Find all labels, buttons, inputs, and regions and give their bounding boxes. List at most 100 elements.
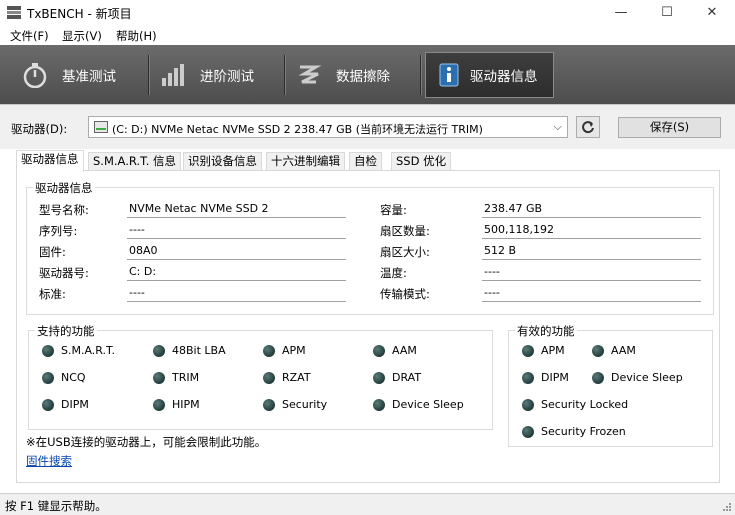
refresh-icon: [582, 121, 594, 134]
status-bar: 按 F1 键显示帮助。: [0, 493, 735, 515]
feature-item: DIPM: [42, 398, 89, 411]
tab-ssd-optimize[interactable]: SSD 优化: [391, 152, 452, 171]
status-dot-icon: [522, 425, 534, 438]
temperature-value: ----: [482, 264, 701, 281]
menu-bar: 文件(F) 显示(V) 帮助(H): [0, 25, 735, 45]
feature-item: HIPM: [153, 398, 200, 411]
status-dot-icon: [522, 398, 534, 411]
firmware-search-link[interactable]: 固件搜索: [26, 453, 72, 469]
app-icon: [7, 6, 21, 19]
toolbar-divider: [148, 55, 149, 95]
refresh-button[interactable]: [576, 116, 600, 138]
sector-size-value: 512 B: [482, 243, 701, 260]
firmware-label: 固件:: [39, 245, 66, 259]
feature-item: S.M.A.R.T.: [42, 344, 115, 357]
drive-letter-value: C: D:: [127, 264, 346, 281]
drive-select[interactable]: (C: D:) NVMe Netac NVMe SSD 2 238.47 GB …: [88, 116, 568, 138]
model-label: 型号名称:: [39, 203, 89, 217]
advanced-test-label: 进阶测试: [200, 68, 254, 85]
status-dot-icon: [592, 371, 604, 384]
status-dot-icon: [153, 398, 165, 411]
firmware-value: 08A0: [127, 243, 346, 260]
enabled-feature-item: DIPM: [522, 371, 569, 384]
status-dot-icon: [373, 344, 385, 357]
minimize-button[interactable]: —: [598, 0, 644, 25]
chevron-down-icon: ⌵: [553, 120, 562, 133]
title-bar: TxBENCH - 新项目 — ☐ ✕: [0, 0, 735, 25]
transfer-mode-label: 传输模式:: [380, 287, 430, 301]
supported-features-title: 支持的功能: [35, 323, 97, 339]
sector-count-value: 500,118,192: [482, 222, 701, 239]
serial-label: 序列号:: [39, 224, 78, 238]
feature-item: NCQ: [42, 371, 86, 384]
feature-item: APM: [263, 344, 306, 357]
sector-size-label: 扇区大小:: [380, 245, 430, 259]
window-title: TxBENCH - 新项目: [27, 7, 132, 21]
status-dot-icon: [42, 371, 54, 384]
tab-smart-info[interactable]: S.M.A.R.T. 信息: [88, 152, 182, 171]
transfer-mode-value: ----: [482, 285, 701, 302]
status-dot-icon: [263, 371, 275, 384]
data-erase-label: 数据擦除: [336, 68, 390, 85]
drive-label: 驱动器(D):: [11, 122, 68, 136]
save-button[interactable]: 保存(S): [618, 117, 721, 138]
status-dot-icon: [153, 371, 165, 384]
erase-icon: [298, 65, 322, 83]
enabled-feature-item: APM: [522, 344, 565, 357]
stopwatch-icon: [23, 62, 47, 88]
main-toolbar: 基准测试 进阶测试 数据擦除 驱动器信息: [0, 45, 735, 104]
standard-label: 标准:: [39, 287, 66, 301]
benchmark-button[interactable]: 基准测试: [22, 45, 116, 104]
capacity-value: 238.47 GB: [482, 201, 701, 218]
drive-info-label: 驱动器信息: [470, 69, 538, 85]
enabled-features-title: 有效的功能: [515, 323, 577, 339]
tab-identify-info[interactable]: 识别设备信息: [183, 152, 262, 171]
hard-drive-icon: [94, 121, 108, 133]
feature-item: TRIM: [153, 371, 199, 384]
drive-info-icon: [439, 63, 459, 87]
toolbar-divider: [284, 55, 285, 95]
feature-item: AAM: [373, 344, 417, 357]
enabled-feature-item: Security Locked: [522, 398, 628, 411]
feature-item: Device Sleep: [373, 398, 464, 411]
tab-self-test[interactable]: 自检: [349, 152, 382, 171]
data-erase-button[interactable]: 数据擦除: [296, 45, 390, 104]
model-value: NVMe Netac NVMe SSD 2: [127, 201, 346, 218]
capacity-label: 容量:: [380, 203, 407, 217]
status-dot-icon: [522, 344, 534, 357]
menu-file[interactable]: 文件(F): [10, 28, 49, 44]
menu-view[interactable]: 显示(V): [62, 28, 102, 44]
toolbar-divider: [420, 55, 421, 95]
feature-item: DRAT: [373, 371, 421, 384]
status-dot-icon: [153, 344, 165, 357]
bar-chart-icon: [162, 63, 184, 86]
enabled-feature-item: AAM: [592, 344, 636, 357]
status-dot-icon: [592, 344, 604, 357]
drive-selection-row: 驱动器(D): (C: D:) NVMe Netac NVMe SSD 2 23…: [0, 104, 735, 149]
drive-info-group-title: 驱动器信息: [33, 180, 95, 196]
menu-help[interactable]: 帮助(H): [116, 28, 157, 44]
enabled-feature-item: Device Sleep: [592, 371, 683, 384]
status-dot-icon: [373, 398, 385, 411]
tab-hex-edit[interactable]: 十六进制编辑: [266, 152, 345, 171]
serial-value: ----: [127, 222, 346, 239]
enabled-feature-item: Security Frozen: [522, 425, 626, 438]
status-dot-icon: [263, 344, 275, 357]
close-button[interactable]: ✕: [689, 0, 735, 25]
feature-item: Security: [263, 398, 327, 411]
drive-info-button[interactable]: 驱动器信息: [425, 52, 554, 98]
tab-drive-info[interactable]: 驱动器信息: [16, 150, 84, 172]
sector-count-label: 扇区数量:: [380, 224, 430, 238]
status-text: 按 F1 键显示帮助。: [5, 499, 107, 513]
usb-note: ※在USB连接的驱动器上，可能会限制此功能。: [26, 435, 267, 449]
resize-grip-icon[interactable]: [722, 502, 732, 512]
status-dot-icon: [373, 371, 385, 384]
advanced-test-button[interactable]: 进阶测试: [160, 45, 254, 104]
drive-letter-label: 驱动器号:: [39, 266, 89, 280]
feature-item: RZAT: [263, 371, 311, 384]
status-dot-icon: [263, 398, 275, 411]
temperature-label: 温度:: [380, 266, 407, 280]
status-dot-icon: [42, 344, 54, 357]
maximize-button[interactable]: ☐: [644, 0, 690, 25]
feature-item: 48Bit LBA: [153, 344, 226, 357]
